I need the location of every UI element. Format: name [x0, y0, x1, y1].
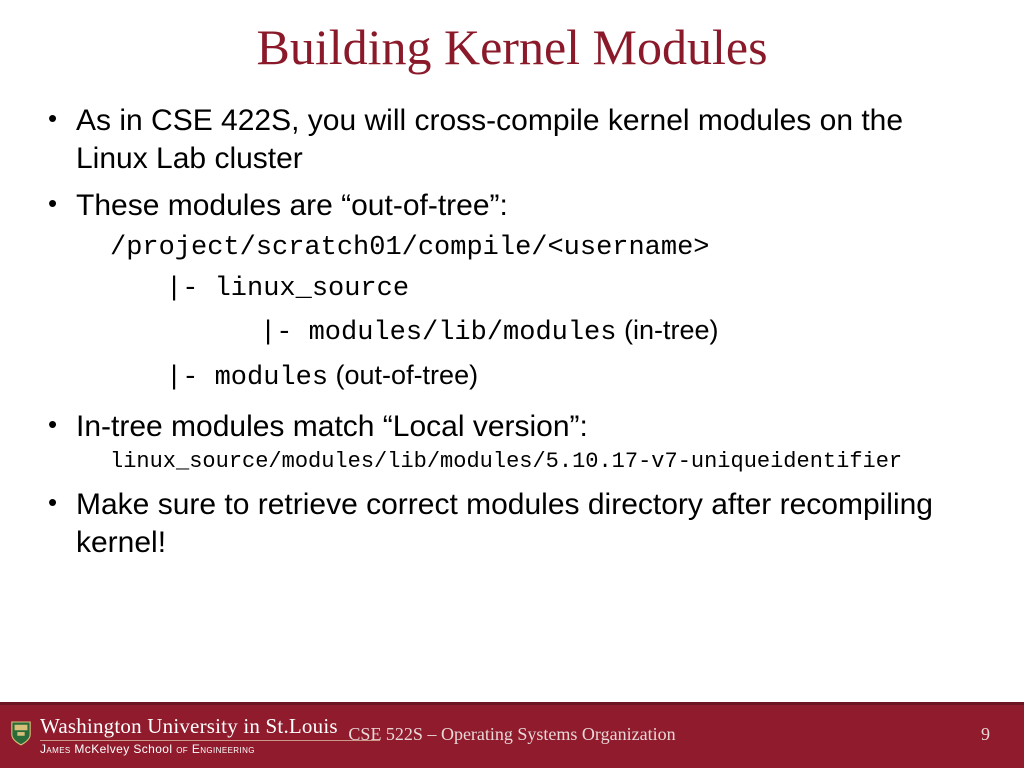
- tree-in-tree-label: (in-tree): [616, 315, 718, 345]
- bullet-4: Make sure to retrieve correct modules di…: [42, 486, 982, 563]
- bullet-3: In-tree modules match “Local version”: l…: [42, 408, 982, 478]
- bullet-list: As in CSE 422S, you will cross-compile k…: [42, 102, 982, 563]
- tree-root: /project/scratch01/compile/<username>: [110, 229, 982, 268]
- tree-linux-source: |- linux_source: [110, 270, 982, 309]
- page-number: 9: [981, 724, 990, 745]
- footer-divider: [0, 702, 1024, 705]
- tree-out-of-tree-label: (out-of-tree): [328, 360, 478, 390]
- slide-content: As in CSE 422S, you will cross-compile k…: [0, 76, 1024, 563]
- tree-in-tree-path: |- modules/lib/modules: [260, 318, 616, 348]
- slide: Building Kernel Modules As in CSE 422S, …: [0, 0, 1024, 768]
- bullet-3-sub: linux_source/modules/lib/modules/5.10.17…: [76, 446, 982, 478]
- bullet-2-text: These modules are “out-of-tree”:: [76, 189, 508, 222]
- tree-block: /project/scratch01/compile/<username> |-…: [76, 229, 982, 398]
- slide-footer: Washington University in St.Louis James …: [0, 702, 1024, 768]
- slide-title: Building Kernel Modules: [0, 0, 1024, 76]
- local-version-path: linux_source/modules/lib/modules/5.10.17…: [110, 446, 982, 478]
- bullet-1: As in CSE 422S, you will cross-compile k…: [42, 102, 982, 179]
- tree-out-of-tree: |- modules (out-of-tree): [110, 356, 982, 398]
- course-label: CSE 522S – Operating Systems Organizatio…: [0, 724, 1024, 745]
- bullet-2: These modules are “out-of-tree”: /projec…: [42, 187, 982, 398]
- tree-in-tree: |- modules/lib/modules (in-tree): [110, 311, 982, 353]
- bullet-3-text: In-tree modules match “Local version”:: [76, 410, 588, 443]
- tree-out-of-tree-path: |- modules: [166, 363, 328, 393]
